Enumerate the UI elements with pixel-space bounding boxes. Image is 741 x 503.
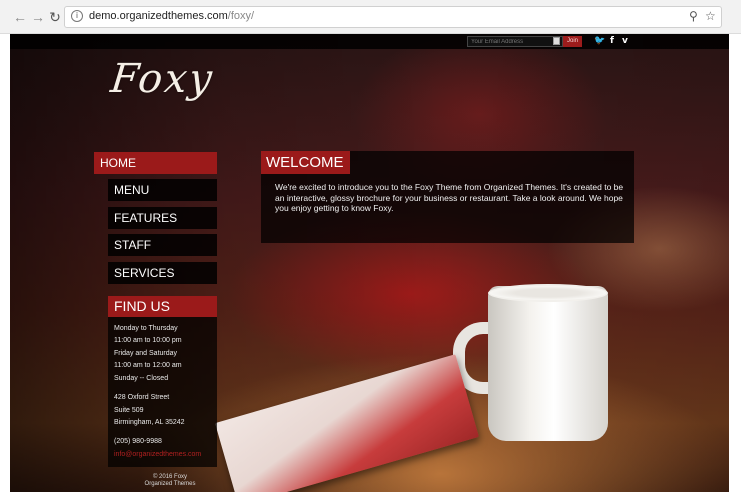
nav-staff[interactable]: STAFF	[108, 234, 217, 256]
foxy-site: Join 🐦 f v Foxy HOME MENU FEATURES STAFF…	[10, 34, 729, 492]
bookmark-star-icon[interactable]: ☆	[705, 9, 716, 23]
top-bar: Join 🐦 f v	[10, 34, 729, 49]
hours-line: 11:00 am to 12:00 am	[114, 362, 182, 369]
copyright: © 2016 Foxy Organized Themes	[144, 474, 196, 487]
welcome-heading: WELCOME	[261, 151, 350, 174]
hours-line: Sunday -- Closed	[114, 375, 169, 382]
twitter-icon[interactable]: 🐦	[594, 35, 605, 47]
reload-icon[interactable]: ↻	[47, 9, 63, 25]
browser-chrome: ← → ↻ i demo.organizedthemes.com/foxy/ ⚲…	[0, 0, 741, 34]
address-line: Birmingham, AL 35242	[114, 419, 185, 426]
welcome-text: We're excited to introduce you to the Fo…	[275, 182, 624, 213]
facebook-icon[interactable]: f	[610, 35, 614, 47]
vimeo-icon[interactable]: v	[622, 35, 628, 47]
foxy-logo[interactable]: Foxy	[107, 56, 226, 118]
hours-line: Friday and Saturday	[114, 350, 178, 357]
nav-menu[interactable]: MENU	[108, 179, 217, 201]
hours-line: 11:00 am to 10:00 pm	[114, 337, 182, 344]
url-text[interactable]: demo.organizedthemes.com/foxy/	[89, 10, 254, 22]
join-button[interactable]: Join	[563, 36, 582, 47]
nav-home[interactable]: HOME	[94, 152, 217, 174]
nav-services[interactable]: SERVICES	[108, 262, 217, 284]
back-arrow-icon[interactable]: ←	[12, 9, 28, 25]
address-line: Suite 509	[114, 407, 144, 414]
info-icon[interactable]: i	[71, 10, 83, 22]
address-bar[interactable]: i demo.organizedthemes.com/foxy/ ⚲ ☆	[64, 6, 722, 28]
address-line: 428 Oxford Street	[114, 394, 170, 401]
zoom-icon[interactable]: ⚲	[689, 9, 698, 23]
nav-features[interactable]: FEATURES	[108, 207, 217, 229]
email-field-icon	[553, 37, 560, 45]
hours-line: Monday to Thursday	[114, 325, 178, 332]
email-link[interactable]: info@organizedthemes.com	[114, 451, 201, 458]
coffee-mug-decoration	[488, 286, 608, 441]
email-signup-input[interactable]	[467, 36, 563, 47]
forward-arrow-icon[interactable]: →	[30, 9, 46, 25]
find-us-heading: FIND US	[108, 296, 217, 317]
phone-number[interactable]: (205) 980-9988	[114, 438, 162, 445]
mug-rim-decoration	[488, 284, 608, 302]
